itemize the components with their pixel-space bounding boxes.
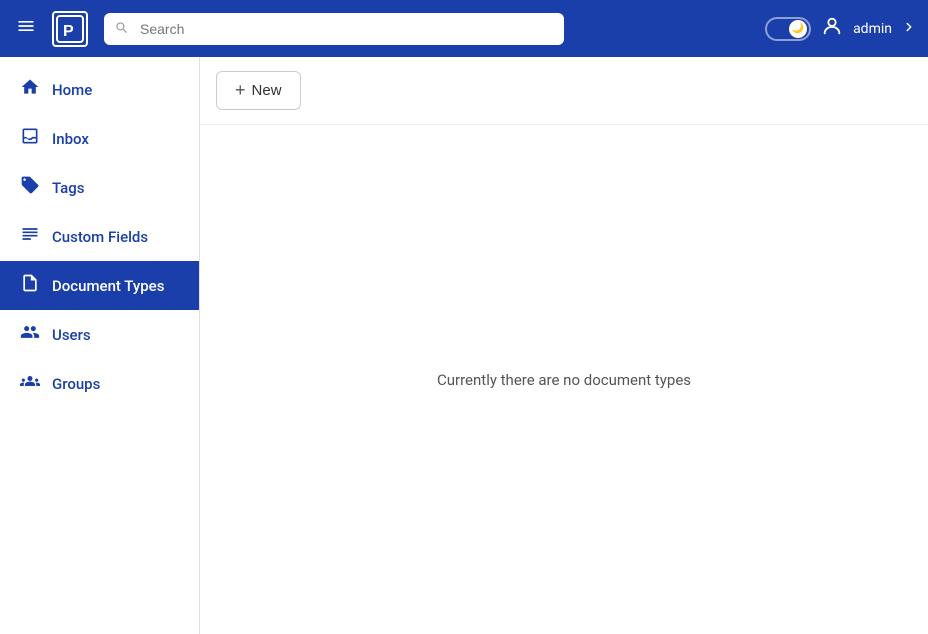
sidebar-label-document-types: Document Types — [52, 277, 164, 295]
sidebar-item-tags[interactable]: Tags — [0, 163, 199, 212]
empty-text: Currently there are no document types — [437, 371, 691, 389]
document-types-icon — [20, 273, 40, 298]
content-toolbar: + New — [200, 57, 928, 125]
sidebar-label-groups: Groups — [52, 375, 100, 393]
groups-icon — [20, 371, 40, 396]
sidebar-item-groups[interactable]: Groups — [0, 359, 199, 408]
new-button[interactable]: + New — [216, 71, 301, 110]
sidebar: Home Inbox Tags Custom Fields Document T — [0, 57, 200, 634]
app-logo: P — [52, 11, 88, 47]
tags-icon — [20, 175, 40, 200]
username-label: admin — [853, 21, 892, 37]
content-area: + New Currently there are no document ty… — [200, 57, 928, 634]
main-layout: Home Inbox Tags Custom Fields Document T — [0, 57, 928, 634]
users-icon — [20, 322, 40, 347]
sidebar-item-inbox[interactable]: Inbox — [0, 114, 199, 163]
sidebar-label-tags: Tags — [52, 179, 84, 197]
sidebar-item-home[interactable]: Home — [0, 65, 199, 114]
header-chevron-icon[interactable] — [902, 20, 916, 38]
moon-icon: 🌙 — [792, 23, 804, 34]
empty-state-message: Currently there are no document types — [200, 125, 928, 634]
search-icon — [114, 20, 128, 38]
sidebar-item-custom-fields[interactable]: Custom Fields — [0, 212, 199, 261]
search-input[interactable] — [104, 13, 564, 45]
search-container — [104, 13, 564, 45]
home-icon — [20, 77, 40, 102]
header: P 🌙 admin — [0, 0, 928, 57]
svg-text:P: P — [63, 23, 74, 40]
sidebar-label-inbox: Inbox — [52, 130, 89, 148]
sidebar-item-document-types[interactable]: Document Types — [0, 261, 199, 310]
inbox-icon — [20, 126, 40, 151]
plus-icon: + — [235, 80, 246, 101]
sidebar-item-users[interactable]: Users — [0, 310, 199, 359]
menu-icon[interactable] — [12, 16, 40, 41]
custom-fields-icon — [20, 224, 40, 249]
user-icon — [821, 15, 843, 42]
sidebar-label-home: Home — [52, 81, 92, 99]
theme-toggle[interactable]: 🌙 — [765, 17, 811, 41]
new-button-label: New — [252, 82, 282, 99]
sidebar-label-custom-fields: Custom Fields — [52, 228, 148, 246]
toggle-knob: 🌙 — [789, 20, 807, 38]
header-right: 🌙 admin — [765, 15, 916, 42]
sidebar-label-users: Users — [52, 326, 91, 344]
